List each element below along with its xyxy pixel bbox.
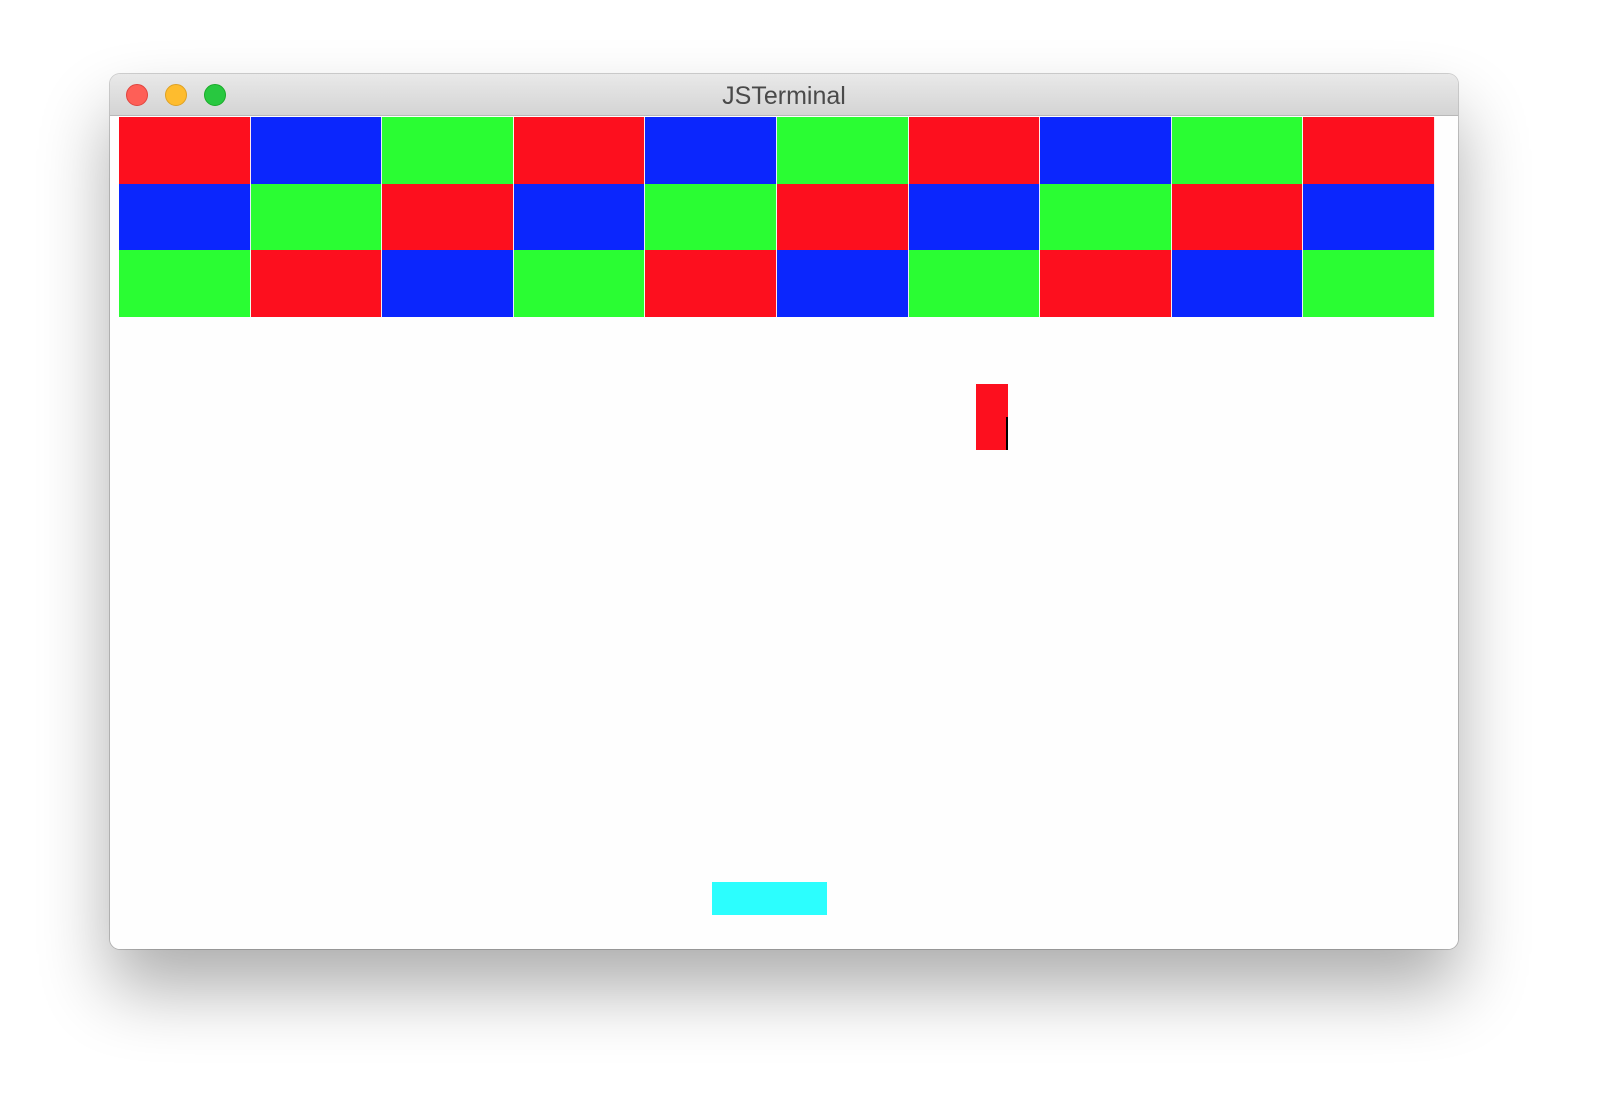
window-title: JSTerminal	[722, 82, 846, 110]
brick-wall	[119, 117, 1435, 317]
brick-r3-c6	[777, 250, 909, 317]
brick-r2-c10	[1303, 183, 1435, 251]
brick-r3-c5	[645, 250, 777, 317]
brick-r1-c5	[645, 117, 777, 184]
brick-r2-c9	[1171, 183, 1304, 251]
brick-r3-c3	[382, 250, 514, 317]
brick-r1-c9	[1171, 117, 1304, 184]
app-window: JSTerminal	[110, 74, 1458, 949]
brick-r3-c8	[1040, 250, 1172, 317]
ball	[976, 384, 1008, 450]
brick-r2-c2	[250, 183, 383, 251]
brick-r2-c5	[645, 183, 777, 251]
brick-r1-c8	[1040, 117, 1172, 184]
brick-r2-c8	[1040, 183, 1172, 251]
brick-r3-c1	[119, 250, 251, 317]
brick-r1-c7	[908, 117, 1041, 184]
paddle[interactable]	[712, 882, 827, 915]
game-canvas[interactable]	[110, 117, 1458, 949]
brick-r3-c4	[513, 250, 646, 317]
brick-r2-c1	[119, 183, 251, 251]
brick-r2-c7	[908, 183, 1041, 251]
text-cursor	[1006, 417, 1008, 450]
brick-r1-c3	[382, 117, 514, 184]
brick-r2-c6	[777, 183, 909, 251]
brick-r1-c1	[119, 117, 251, 184]
title-bar[interactable]: JSTerminal	[110, 74, 1458, 116]
brick-r1-c10	[1303, 117, 1435, 184]
brick-r2-c4	[513, 183, 646, 251]
brick-r1-c2	[250, 117, 383, 184]
brick-r1-c6	[777, 117, 909, 184]
brick-r3-c10	[1303, 250, 1435, 317]
brick-r3-c7	[908, 250, 1041, 317]
brick-r3-c2	[250, 250, 383, 317]
brick-r1-c4	[513, 117, 646, 184]
brick-r3-c9	[1171, 250, 1304, 317]
brick-r2-c3	[382, 183, 514, 251]
